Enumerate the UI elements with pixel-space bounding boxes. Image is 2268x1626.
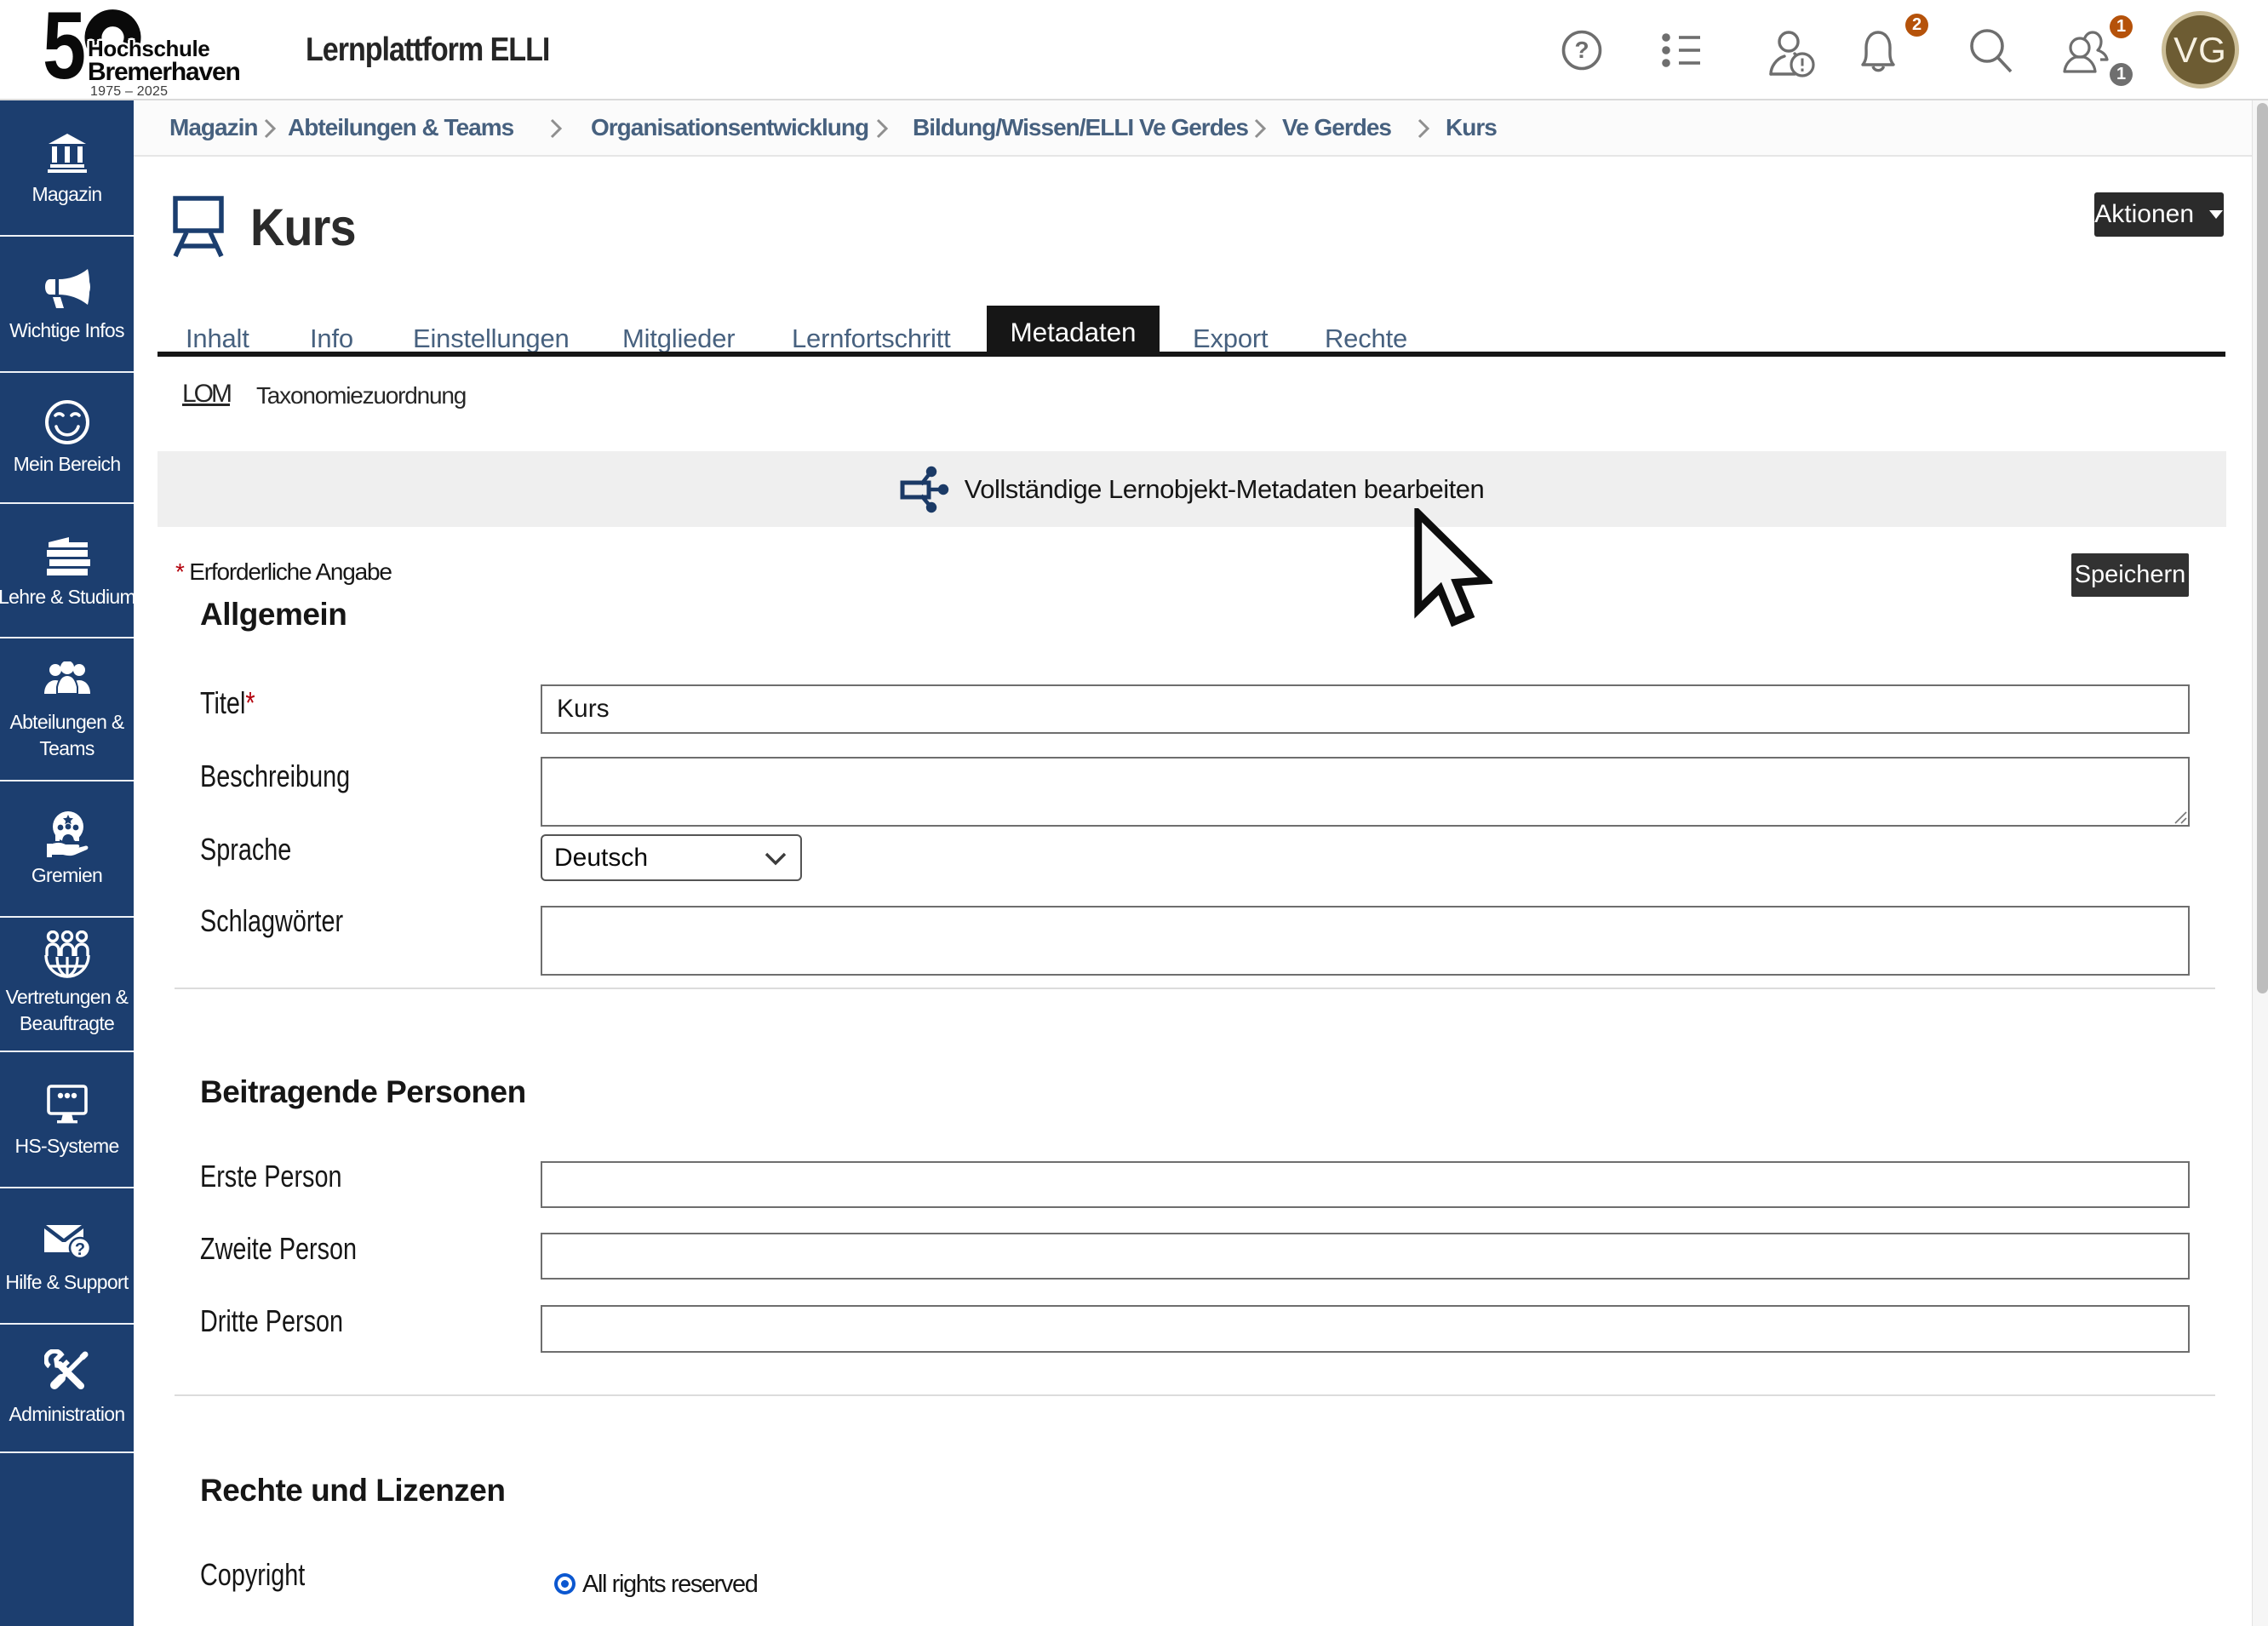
svg-text:?: ? (1574, 37, 1589, 63)
svg-text:?: ? (74, 1240, 84, 1259)
